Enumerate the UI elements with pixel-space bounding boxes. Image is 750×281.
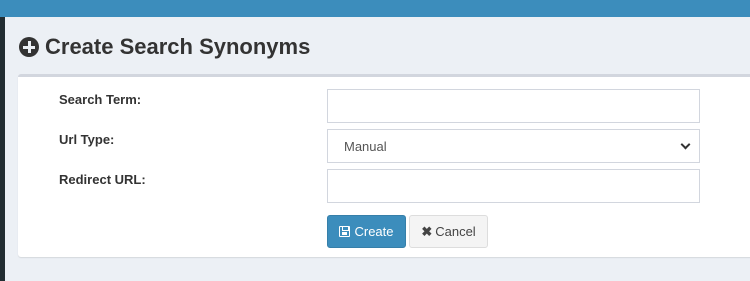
- url-type-select[interactable]: Manual: [327, 129, 700, 163]
- create-button-label: Create: [354, 224, 394, 239]
- url-type-selected-value: Manual: [344, 138, 387, 154]
- redirect-url-input[interactable]: [327, 169, 700, 203]
- floppy-disk-icon: [339, 226, 351, 237]
- plus-circle-icon: [19, 37, 39, 57]
- search-term-input[interactable]: [327, 89, 700, 123]
- sidebar-edge: [0, 0, 5, 281]
- redirect-url-label: Redirect URL:: [59, 172, 146, 187]
- search-term-label: Search Term:: [59, 92, 142, 107]
- page-header: Create Search Synonyms: [19, 32, 310, 62]
- page-title: Create Search Synonyms: [45, 34, 311, 59]
- cancel-button-label: Cancel: [435, 224, 476, 239]
- chevron-down-icon: [680, 139, 691, 149]
- create-button[interactable]: Create: [327, 215, 406, 248]
- cancel-button[interactable]: ✖ Cancel: [409, 215, 488, 248]
- top-navbar: [0, 0, 750, 17]
- url-type-label: Url Type:: [59, 132, 115, 147]
- close-icon: ✖: [421, 223, 433, 239]
- form-box: Search Term: Url Type: Manual Redirect U…: [18, 74, 750, 257]
